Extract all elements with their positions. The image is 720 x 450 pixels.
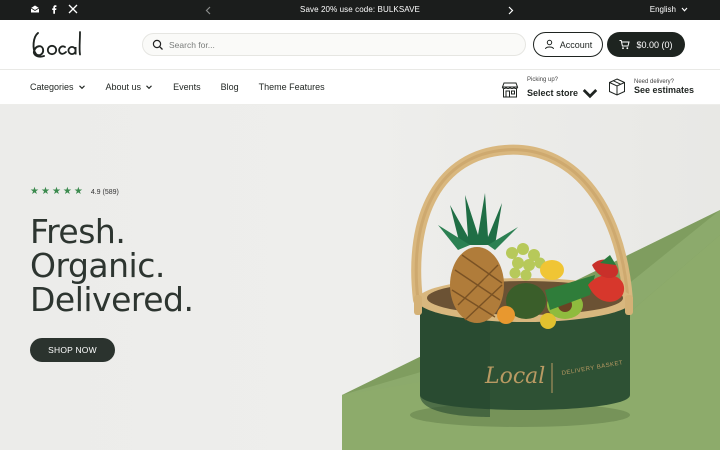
nav-label: Theme Features bbox=[258, 82, 325, 92]
cart-button[interactable]: $0.00 (0) bbox=[607, 32, 685, 57]
headline-line: Fresh. bbox=[30, 212, 126, 251]
search-icon[interactable] bbox=[152, 39, 164, 51]
search-input[interactable] bbox=[169, 36, 509, 53]
announcement-next-button[interactable] bbox=[505, 3, 517, 17]
nav-label: Categories bbox=[30, 82, 74, 92]
rating-stars: ★ ★ ★ ★ ★ 4.9 (589) bbox=[30, 187, 119, 197]
hero-basket-image: Local DELIVERY BASKET bbox=[342, 144, 720, 450]
language-selector[interactable]: English bbox=[650, 5, 688, 14]
nav-theme-features[interactable]: Theme Features bbox=[259, 82, 325, 92]
chevron-down-icon bbox=[146, 85, 152, 90]
facebook-icon[interactable] bbox=[49, 4, 59, 14]
star-icon: ★ bbox=[73, 186, 83, 197]
star-icon: ★ bbox=[40, 186, 50, 197]
nav-events[interactable]: Events bbox=[173, 82, 201, 92]
nav-categories[interactable]: Categories bbox=[30, 82, 86, 92]
main-nav: Categories About us Events Blog Theme Fe… bbox=[0, 71, 720, 105]
announcement-text: Save 20% use code: BULKSAVE bbox=[300, 5, 420, 14]
star-icon: ★ bbox=[62, 186, 72, 197]
cart-total: $0.00 (0) bbox=[636, 39, 673, 50]
headline-line: Organic. bbox=[30, 246, 165, 285]
nav-label: About us bbox=[105, 82, 142, 92]
delivery-estimates[interactable]: Need delivery? See estimates bbox=[607, 77, 694, 97]
hero-banner: ★ ★ ★ ★ ★ 4.9 (589) Fresh. Organic. Deli… bbox=[0, 105, 720, 450]
store-label: Select store bbox=[527, 88, 579, 98]
store-selector[interactable]: Picking up? Select store bbox=[500, 77, 600, 103]
chevron-left-icon bbox=[205, 6, 211, 14]
chevron-down-icon bbox=[78, 85, 85, 90]
x-twitter-icon[interactable] bbox=[68, 4, 78, 14]
nav-label: Blog bbox=[220, 82, 239, 92]
headline-line: Delivered. bbox=[30, 280, 194, 319]
chevron-down-icon bbox=[681, 7, 688, 12]
account-button[interactable]: Account bbox=[533, 32, 603, 57]
hero-headline: Fresh. Organic. Delivered. bbox=[30, 212, 194, 319]
language-label: English bbox=[649, 5, 676, 14]
user-icon bbox=[544, 39, 554, 50]
announcement-prev-button[interactable] bbox=[202, 3, 214, 17]
nav-label: Events bbox=[173, 82, 201, 92]
logo[interactable] bbox=[30, 27, 84, 61]
account-label: Account bbox=[559, 39, 593, 50]
package-icon bbox=[609, 78, 625, 96]
star-icon: ★ bbox=[30, 186, 39, 197]
storefront-icon bbox=[501, 82, 519, 98]
delivery-label: See estimates bbox=[634, 85, 695, 95]
basket-brand-text: Local bbox=[484, 364, 545, 389]
social-links bbox=[30, 4, 78, 14]
nav-blog[interactable]: Blog bbox=[221, 82, 239, 92]
cart-icon bbox=[619, 40, 631, 50]
chevron-down-icon bbox=[582, 89, 598, 99]
announcement-bar: Save 20% use code: BULKSAVE English bbox=[0, 0, 720, 20]
mail-icon[interactable] bbox=[30, 4, 40, 14]
star-icon: ★ bbox=[51, 186, 61, 197]
site-header: Account $0.00 (0) bbox=[0, 20, 720, 70]
nav-about-us[interactable]: About us bbox=[106, 82, 154, 92]
shop-now-button[interactable]: SHOP NOW bbox=[30, 338, 115, 362]
rating-text: 4.9 (589) bbox=[90, 188, 119, 196]
chevron-right-icon bbox=[508, 6, 514, 14]
search-bar bbox=[142, 33, 526, 56]
